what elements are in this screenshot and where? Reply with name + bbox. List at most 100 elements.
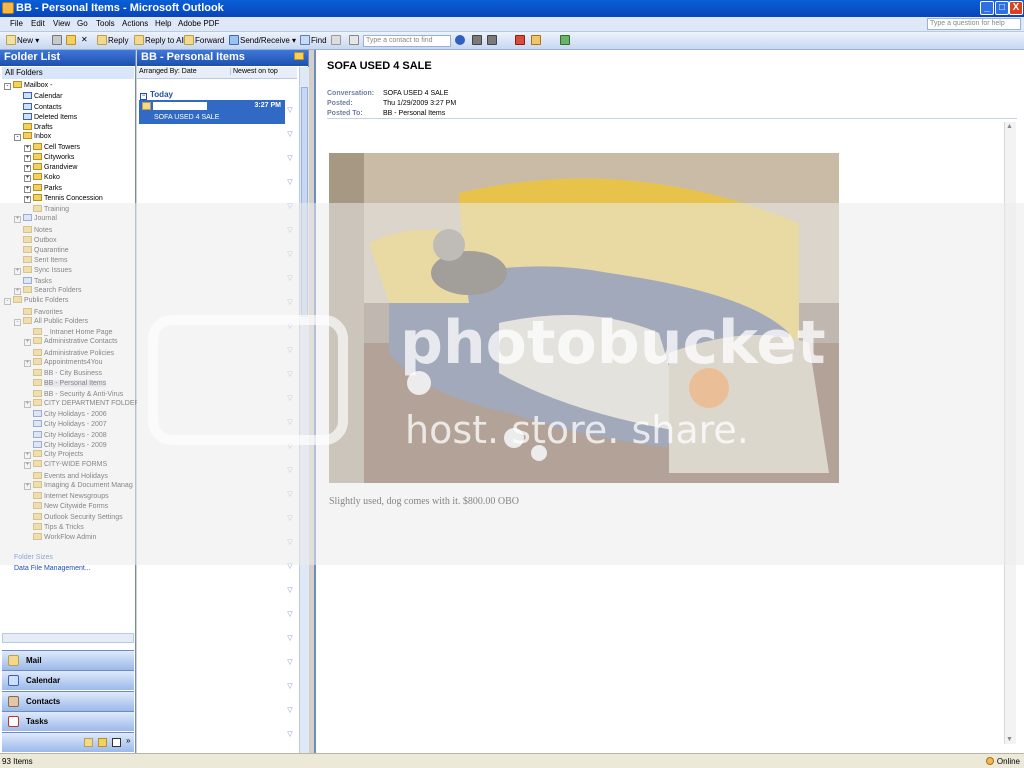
folder-item[interactable]: BB - Security & Anti-Virus — [24, 389, 123, 399]
folder-item[interactable]: _ Intranet Home Page — [24, 327, 113, 337]
flag-icon[interactable]: ▽ — [285, 514, 295, 522]
flag-icon[interactable]: ▽ — [285, 634, 295, 642]
move-to-folder-button[interactable] — [66, 35, 77, 45]
expand-icon[interactable]: + — [24, 154, 31, 162]
folder-item[interactable]: Administrative Policies — [24, 348, 114, 358]
expand-icon[interactable]: + — [24, 195, 31, 203]
flag-icon[interactable]: ▽ — [285, 490, 295, 498]
group-header-today[interactable]: − Today — [140, 90, 173, 100]
nav-mail-button[interactable]: Mail — [2, 650, 134, 670]
flag-icon[interactable]: ▽ — [285, 226, 295, 234]
data-file-management-link[interactable]: Data File Management... — [14, 565, 91, 572]
help-button[interactable] — [455, 35, 466, 45]
folder-item[interactable]: + Appointments4You — [24, 357, 103, 368]
expand-icon[interactable]: + — [24, 175, 31, 183]
flag-icon[interactable]: ▽ — [285, 682, 295, 690]
expand-icon[interactable]: + — [14, 267, 21, 275]
send-receive-button[interactable]: Send/Receive ▾ — [229, 35, 296, 45]
notes-icon[interactable] — [84, 738, 93, 747]
folder-item[interactable]: + Grandview — [24, 163, 77, 173]
folder-item[interactable]: - Mailbox - — [4, 81, 52, 91]
folder-item[interactable]: + Administrative Contacts — [24, 337, 118, 347]
print-button[interactable] — [52, 35, 63, 45]
collapse-icon[interactable]: - — [4, 83, 11, 90]
sort-order-button[interactable]: Newest on top — [230, 68, 278, 75]
scroll-up-icon[interactable]: ▲ — [1006, 123, 1013, 130]
flag-icon[interactable]: ▽ — [285, 346, 295, 354]
expand-icon[interactable]: + — [24, 462, 31, 470]
help-search-input[interactable]: Type a question for help — [927, 18, 1021, 30]
flag-icon[interactable]: ▽ — [285, 178, 295, 186]
expand-icon[interactable]: + — [24, 400, 31, 408]
close-button[interactable]: X — [1009, 1, 1023, 15]
menu-edit[interactable]: Edit — [31, 19, 45, 28]
folder-item[interactable]: + Search Folders — [14, 286, 81, 296]
folder-item[interactable]: Quarantine — [14, 245, 69, 255]
folder-item[interactable]: New Citywide Forms — [24, 501, 108, 511]
folder-item[interactable]: Sent Items — [14, 255, 67, 265]
folder-item[interactable]: + City Projects — [24, 450, 83, 460]
menu-adobe-pdf[interactable]: Adobe PDF — [178, 19, 219, 28]
pdf-button-1[interactable] — [515, 35, 526, 45]
expand-icon[interactable]: + — [24, 359, 31, 367]
folder-item[interactable]: - Inbox — [14, 132, 51, 142]
folder-pane-hscrollbar[interactable] — [2, 633, 134, 643]
message-list-scrollbar[interactable] — [299, 67, 309, 753]
folder-item[interactable]: City Holidays - 2008 — [24, 430, 107, 440]
find-button[interactable]: Find — [300, 35, 327, 45]
scrollbar-thumb[interactable] — [301, 87, 308, 317]
folder-item[interactable]: + Imaging & Document Manag — [24, 480, 133, 491]
forward-button[interactable]: Forward — [184, 35, 224, 45]
flag-icon[interactable]: ▽ — [285, 202, 295, 210]
menu-file[interactable]: File — [10, 19, 23, 28]
configure-buttons-icon[interactable]: » — [126, 736, 130, 745]
flag-icon[interactable]: ▽ — [285, 154, 295, 162]
collapse-icon[interactable]: − — [140, 93, 147, 100]
flag-icon[interactable]: ▽ — [285, 610, 295, 618]
maximize-button[interactable]: □ — [995, 1, 1009, 15]
minimize-button[interactable]: _ — [980, 1, 994, 15]
expand-icon[interactable]: + — [24, 339, 31, 347]
reading-pane-scrollbar[interactable]: ▲ ▼ — [1004, 122, 1016, 744]
folder-item[interactable]: Contacts — [14, 102, 62, 112]
expand-icon[interactable]: + — [24, 165, 31, 172]
folder-item[interactable]: Training — [24, 204, 69, 214]
folder-item[interactable]: + Tennis Concession — [24, 193, 103, 204]
pdf-button-2[interactable] — [531, 35, 542, 45]
folder-item[interactable]: Tips & Tricks — [24, 522, 84, 532]
flag-icon[interactable]: ▽ — [285, 706, 295, 714]
message-row-selected[interactable]: 3:27 PM SOFA USED 4 SALE — [139, 100, 285, 124]
find-contact-input[interactable]: Type a contact to find — [363, 35, 451, 47]
nav-calendar-button[interactable]: Calendar — [2, 670, 134, 690]
flag-icon[interactable]: ▽ — [285, 466, 295, 474]
reply-all-button[interactable]: Reply to All — [134, 35, 185, 45]
menu-tools[interactable]: Tools — [96, 19, 115, 28]
flag-icon[interactable]: ▽ — [285, 658, 295, 666]
folder-item[interactable]: - All Public Folders — [14, 316, 88, 327]
reply-button[interactable]: Reply — [97, 35, 128, 45]
flag-icon[interactable]: ▽ — [285, 322, 295, 330]
flag-icon[interactable]: ▽ — [285, 562, 295, 570]
folder-item[interactable]: Outlook Security Settings — [24, 512, 123, 522]
security-button-1[interactable] — [472, 35, 483, 45]
flag-icon[interactable]: ▽ — [285, 538, 295, 546]
menu-help[interactable]: Help — [155, 19, 171, 28]
nav-contacts-button[interactable]: Contacts — [2, 691, 134, 711]
folder-item[interactable]: + Cityworks — [24, 152, 74, 163]
folder-item[interactable]: Outbox — [14, 235, 57, 245]
flag-icon[interactable]: ▽ — [285, 730, 295, 738]
folder-item[interactable]: + CITY-WIDE FORMS — [24, 460, 107, 470]
folder-item[interactable]: - Public Folders — [4, 296, 68, 306]
delete-button[interactable]: ✕ — [81, 35, 88, 44]
folder-sizes-link[interactable]: Folder Sizes — [14, 554, 53, 561]
folder-item[interactable]: + CITY DEPARTMENT FOLDER — [24, 398, 140, 409]
collapse-icon[interactable]: - — [14, 134, 21, 142]
folder-item[interactable]: City Holidays - 2006 — [24, 409, 107, 419]
organize-button[interactable] — [331, 35, 342, 45]
scroll-down-icon[interactable]: ▼ — [1006, 736, 1013, 743]
folder-item[interactable]: Tasks — [14, 276, 52, 286]
flag-icon[interactable]: ▽ — [285, 250, 295, 258]
collapse-icon[interactable]: - — [4, 298, 11, 306]
collapse-icon[interactable]: - — [14, 318, 21, 326]
folder-item[interactable]: Events and Holidays — [24, 471, 108, 481]
